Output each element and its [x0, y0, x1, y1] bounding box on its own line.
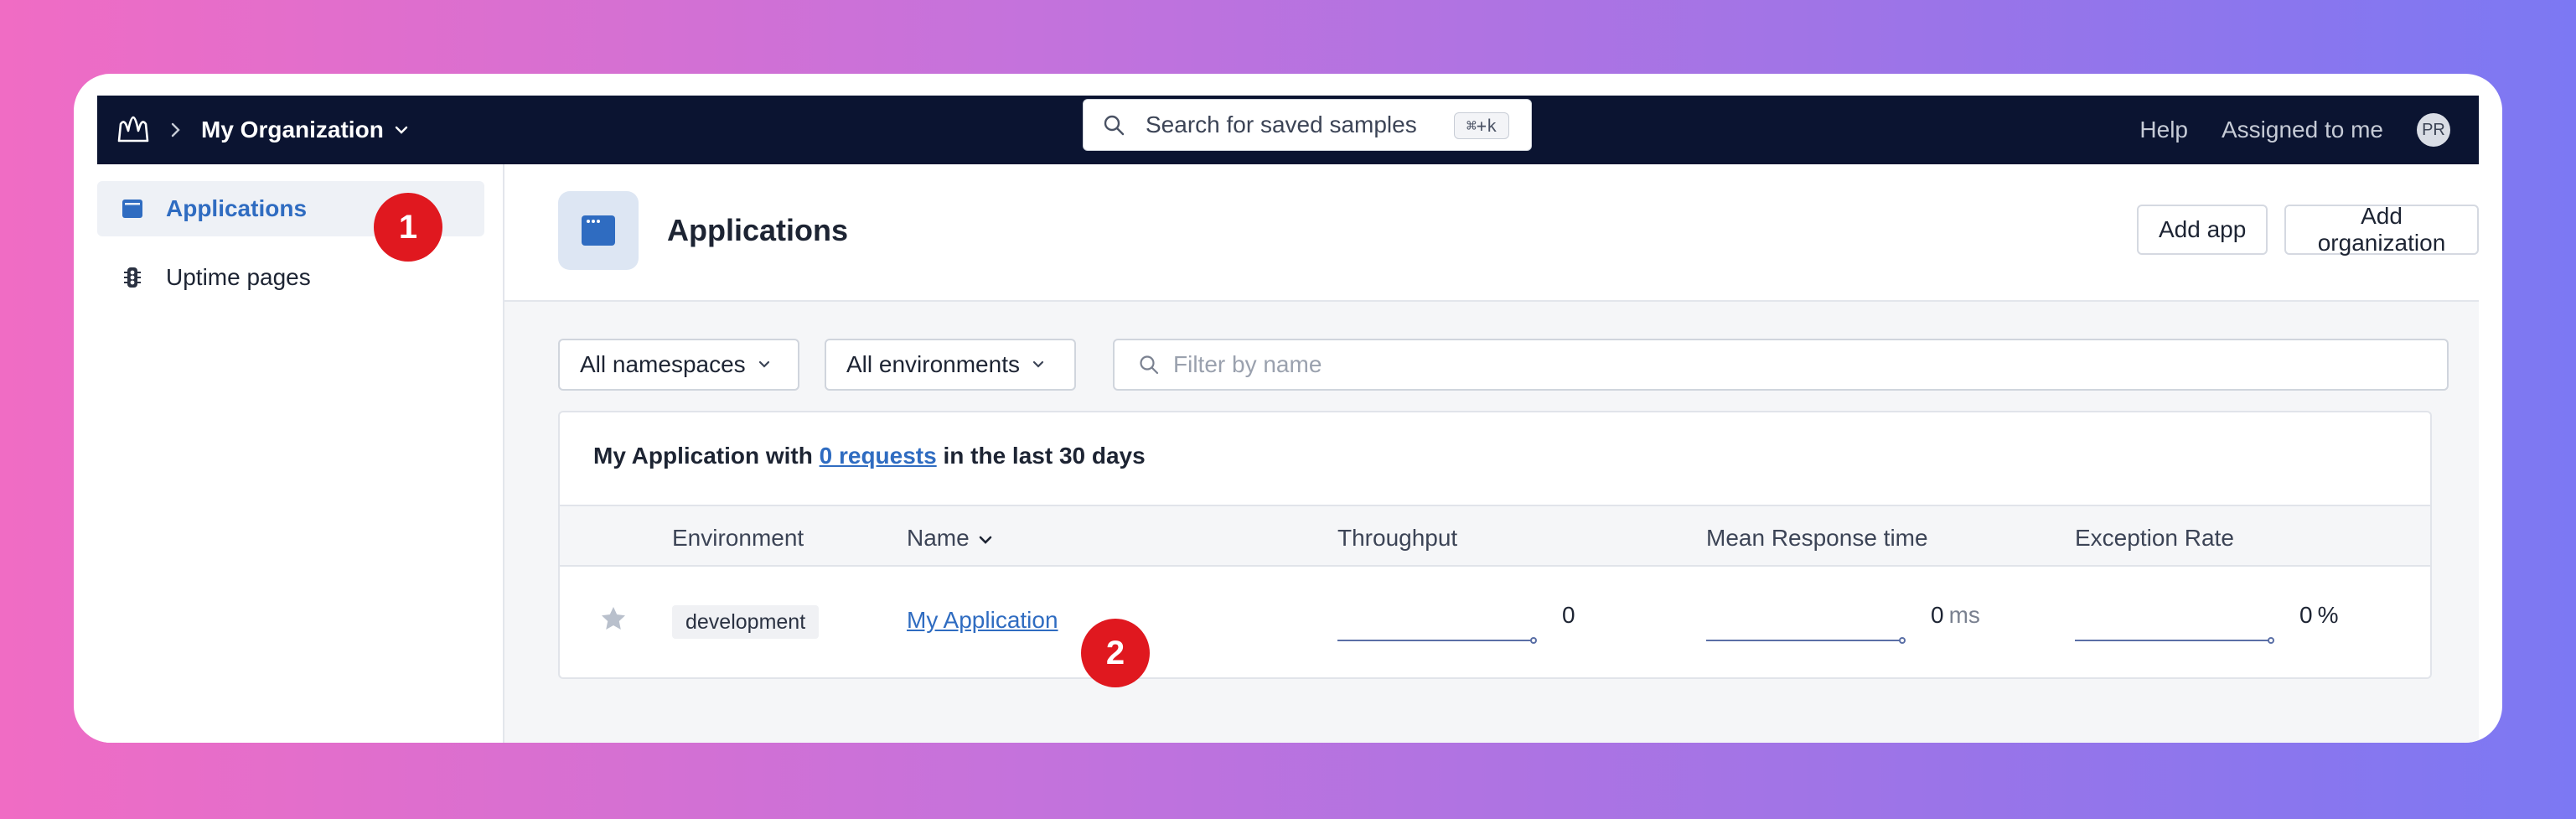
applications-card: My Application with 0 requests in the la…	[558, 411, 2432, 679]
sort-chevron-down-icon	[979, 536, 992, 544]
page-title: Applications	[667, 213, 849, 247]
search-shortcut-hint: ⌘+k	[1453, 112, 1509, 139]
top-nav-links: Help Assigned to me PR	[2139, 96, 2479, 164]
browser-window-icon	[582, 215, 615, 246]
table-row: development My Application 0 0 ms 0%	[560, 567, 2430, 677]
user-avatar[interactable]: PR	[2417, 113, 2450, 147]
environment-select[interactable]: All environments	[825, 339, 1076, 391]
applications-tile-icon	[558, 191, 639, 270]
table-header: Environment Name Throughput Mean Respons…	[560, 505, 2430, 567]
app-window: My Organization Search for saved samples…	[74, 74, 2502, 743]
add-organization-button[interactable]: Add organization	[2284, 203, 2479, 256]
card-title-prefix: My Application with	[593, 443, 820, 469]
column-throughput[interactable]: Throughput	[1337, 525, 1457, 552]
sidebar-item-label: Applications	[166, 195, 308, 221]
environment-select-value: All environments	[846, 351, 1020, 377]
global-search[interactable]: Search for saved samples ⌘+k	[1083, 99, 1532, 151]
filter-by-name[interactable]	[1113, 339, 2449, 391]
sidebar: Applications Uptime pages	[97, 164, 504, 743]
card-title-suffix: in the last 30 days	[936, 443, 1146, 469]
help-link[interactable]: Help	[2139, 117, 2188, 143]
response-time-unit: ms	[1948, 602, 1980, 628]
breadcrumb-chevron-icon	[171, 122, 180, 137]
column-environment[interactable]: Environment	[672, 525, 804, 552]
throughput-value: 0	[1562, 602, 1575, 628]
exception-rate-value: 0	[2299, 602, 2313, 628]
environment-tag: development	[672, 605, 820, 639]
column-exception-rate[interactable]: Exception Rate	[2075, 525, 2234, 552]
search-icon	[1140, 355, 1159, 375]
search-icon	[1104, 115, 1125, 136]
traffic-light-icon	[124, 267, 141, 288]
sidebar-item-label: Uptime pages	[166, 264, 311, 290]
requests-link[interactable]: 0 requests	[820, 443, 937, 469]
sidebar-item-uptime-pages[interactable]: Uptime pages	[97, 250, 484, 305]
search-placeholder: Search for saved samples	[1146, 111, 1417, 137]
exception-rate-sparkline	[2075, 637, 2274, 644]
page-header: Applications Add app Add organization	[504, 164, 2479, 302]
response-time-value: 0	[1931, 602, 1944, 628]
organization-name: My Organization	[201, 117, 384, 143]
chevron-down-icon	[395, 126, 407, 134]
top-navigation-bar: My Organization Search for saved samples…	[97, 96, 2479, 164]
star-favorite-icon[interactable]	[600, 605, 627, 632]
browser-window-icon	[122, 200, 142, 218]
chevron-down-icon	[1032, 360, 1044, 368]
namespace-select-value: All namespaces	[580, 351, 746, 377]
column-name[interactable]: Name	[907, 525, 993, 552]
main-content: Applications Add app Add organization Al…	[504, 164, 2479, 743]
chevron-down-icon	[758, 360, 769, 368]
crown-logo-icon[interactable]	[116, 114, 151, 146]
response-time-metric: 0 ms	[1931, 602, 1980, 629]
application-link[interactable]: My Application	[907, 607, 1058, 634]
exception-rate-metric: 0%	[2299, 602, 2338, 629]
card-title: My Application with 0 requests in the la…	[593, 443, 1146, 469]
assigned-to-me-link[interactable]: Assigned to me	[2222, 117, 2383, 143]
organization-switcher[interactable]: My Organization	[201, 111, 409, 149]
column-mean-response-time[interactable]: Mean Response time	[1706, 525, 1928, 552]
response-time-sparkline	[1706, 637, 1906, 644]
step-badge-2: 2	[1081, 619, 1150, 687]
column-name-label: Name	[907, 525, 970, 551]
filter-by-name-input[interactable]	[1173, 351, 2346, 378]
step-badge-1: 1	[374, 193, 442, 262]
exception-rate-unit: %	[2317, 602, 2339, 628]
namespace-select[interactable]: All namespaces	[558, 339, 799, 391]
add-app-button[interactable]: Add app	[2137, 205, 2268, 255]
throughput-sparkline	[1337, 637, 1537, 644]
